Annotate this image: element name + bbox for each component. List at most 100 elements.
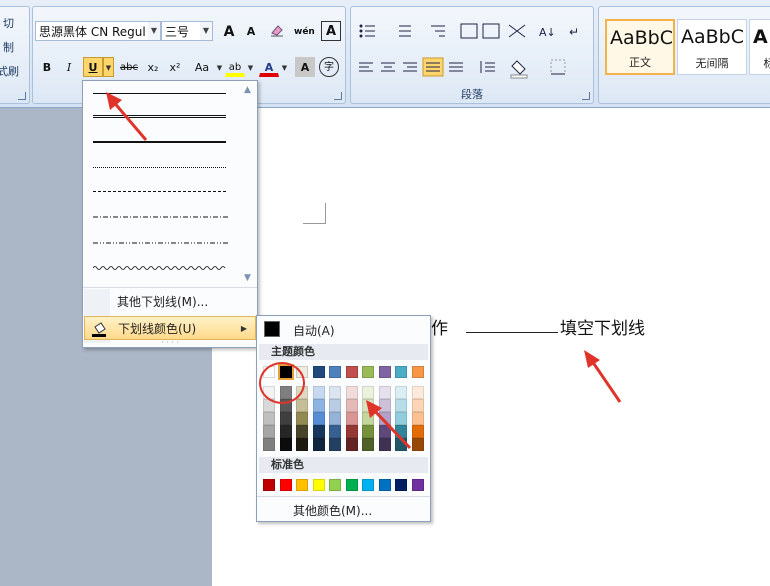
underline-style-dotted[interactable] xyxy=(91,157,226,179)
underline-color-item[interactable]: 下划线颜色(U) ▶ xyxy=(84,316,256,340)
font-name-combo[interactable]: 思源黑体 CN Regul ▼ xyxy=(35,21,161,41)
theme-shade-swatch[interactable] xyxy=(378,399,391,412)
theme-shade-swatch[interactable] xyxy=(411,399,424,412)
font-size-combo[interactable]: 三号 ▼ xyxy=(161,21,213,41)
theme-color-swatch[interactable] xyxy=(329,366,341,378)
chevron-down-icon[interactable]: ▼ xyxy=(148,22,160,40)
theme-shade-swatch[interactable] xyxy=(345,425,358,438)
highlight-button[interactable]: ab xyxy=(225,57,245,77)
format-painter-button[interactable]: 式刷 xyxy=(0,63,19,79)
scroll-down-icon[interactable]: ▼ xyxy=(241,273,254,283)
italic-button[interactable]: I xyxy=(59,57,79,77)
chevron-down-icon[interactable]: ▼ xyxy=(279,57,290,77)
standard-color-swatch[interactable] xyxy=(411,479,424,491)
show-marks-icon[interactable]: ↵ xyxy=(569,25,579,39)
theme-shade-swatch[interactable] xyxy=(378,425,391,438)
standard-color-swatch[interactable] xyxy=(378,479,391,491)
theme-shade-swatch[interactable] xyxy=(395,386,407,399)
numbering-icon[interactable] xyxy=(399,25,411,37)
auto-color-item[interactable]: 自动(A) xyxy=(259,318,428,340)
theme-shade-swatch[interactable] xyxy=(395,399,407,412)
theme-shade-swatch[interactable] xyxy=(362,386,374,399)
theme-shade-swatch[interactable] xyxy=(279,412,292,425)
theme-shade-swatch[interactable] xyxy=(312,386,325,399)
menu-resize-grip[interactable]: · · · · xyxy=(83,339,257,347)
copy-button[interactable]: 制 xyxy=(3,39,14,55)
shrink-font-button[interactable]: A xyxy=(241,21,261,41)
chevron-down-icon[interactable]: ▼ xyxy=(245,57,256,77)
justify-icon[interactable] xyxy=(422,57,444,77)
clear-format-button[interactable] xyxy=(267,21,287,41)
theme-shade-swatch[interactable] xyxy=(378,412,391,425)
document-text-after[interactable]: 填空下划线 xyxy=(560,314,645,339)
style-no-spacing[interactable]: AaBbC 无间隔 xyxy=(677,19,747,75)
blank-underline[interactable] xyxy=(466,332,558,333)
multilevel-list-icon[interactable] xyxy=(431,25,445,37)
theme-color-swatch[interactable] xyxy=(362,366,374,378)
theme-shade-swatch[interactable] xyxy=(362,399,374,412)
theme-color-swatch[interactable] xyxy=(345,366,358,378)
theme-color-swatch[interactable] xyxy=(395,366,407,378)
subscript-button[interactable]: x₂ xyxy=(143,57,163,77)
underline-style-dash-dot-dot[interactable] xyxy=(91,233,228,255)
theme-shade-swatch[interactable] xyxy=(345,399,358,412)
theme-shade-swatch[interactable] xyxy=(411,386,424,399)
theme-shade-swatch[interactable] xyxy=(411,412,424,425)
standard-color-swatch[interactable] xyxy=(395,479,407,491)
phonetic-guide-button[interactable]: wén xyxy=(293,21,315,41)
underline-style-dash-dot[interactable] xyxy=(91,207,228,229)
theme-shade-swatch[interactable] xyxy=(329,386,341,399)
clipboard-launcher[interactable] xyxy=(18,92,26,100)
enclose-char-button[interactable]: 字 xyxy=(319,57,339,77)
char-border-button[interactable]: A xyxy=(321,21,341,41)
font-color-button[interactable]: A xyxy=(259,57,279,77)
theme-shade-swatch[interactable] xyxy=(263,425,275,438)
theme-shade-swatch[interactable] xyxy=(411,438,424,451)
more-colors-item[interactable]: 其他颜色(M)... xyxy=(259,500,428,520)
theme-shade-swatch[interactable] xyxy=(411,425,424,438)
standard-color-swatch[interactable] xyxy=(345,479,358,491)
underline-style-wave[interactable] xyxy=(91,259,226,281)
font-launcher[interactable] xyxy=(334,92,342,100)
increase-indent-icon[interactable] xyxy=(482,23,500,39)
theme-shade-swatch[interactable] xyxy=(362,412,374,425)
standard-color-swatch[interactable] xyxy=(329,479,341,491)
theme-color-swatch[interactable] xyxy=(312,366,325,378)
theme-shade-swatch[interactable] xyxy=(345,412,358,425)
theme-shade-swatch[interactable] xyxy=(329,438,341,451)
theme-shade-swatch[interactable] xyxy=(296,412,308,425)
theme-shade-swatch[interactable] xyxy=(329,425,341,438)
align-center-icon[interactable] xyxy=(381,62,395,72)
underline-style-dashed[interactable] xyxy=(91,181,226,203)
chevron-down-icon[interactable]: ▼ xyxy=(214,57,225,77)
theme-shade-swatch[interactable] xyxy=(395,425,407,438)
more-underlines-item[interactable]: 其他下划线(M)... xyxy=(84,290,256,314)
standard-color-swatch[interactable] xyxy=(362,479,374,491)
standard-color-swatch[interactable] xyxy=(279,479,292,491)
paragraph-launcher[interactable] xyxy=(582,92,590,100)
theme-color-swatch[interactable] xyxy=(378,366,391,378)
underline-style-single[interactable] xyxy=(91,83,226,105)
scroll-up-icon[interactable]: ▲ xyxy=(241,85,254,95)
menu-scrollbar[interactable]: ▲ ▼ xyxy=(241,85,254,285)
theme-shade-swatch[interactable] xyxy=(378,438,391,451)
theme-color-swatch[interactable] xyxy=(411,366,424,378)
theme-shade-swatch[interactable] xyxy=(362,425,374,438)
chinese-layout-icon[interactable] xyxy=(508,24,526,38)
underline-dropdown-button[interactable]: ▼ xyxy=(103,57,114,77)
paint-bucket-icon[interactable] xyxy=(510,60,528,79)
underline-button[interactable]: U xyxy=(83,57,103,77)
theme-shade-swatch[interactable] xyxy=(279,438,292,451)
bold-button[interactable]: B xyxy=(37,57,57,77)
align-right-icon[interactable] xyxy=(403,62,417,72)
line-spacing-icon[interactable] xyxy=(480,61,495,73)
grow-font-button[interactable]: A xyxy=(219,21,239,41)
theme-shade-swatch[interactable] xyxy=(263,438,275,451)
bullets-icon[interactable] xyxy=(359,24,376,38)
char-shading-button[interactable]: A xyxy=(295,57,315,77)
distributed-icon[interactable] xyxy=(449,62,463,72)
superscript-button[interactable]: x² xyxy=(165,57,185,77)
theme-shade-swatch[interactable] xyxy=(312,438,325,451)
theme-shade-swatch[interactable] xyxy=(296,438,308,451)
align-left-icon[interactable] xyxy=(359,62,373,72)
